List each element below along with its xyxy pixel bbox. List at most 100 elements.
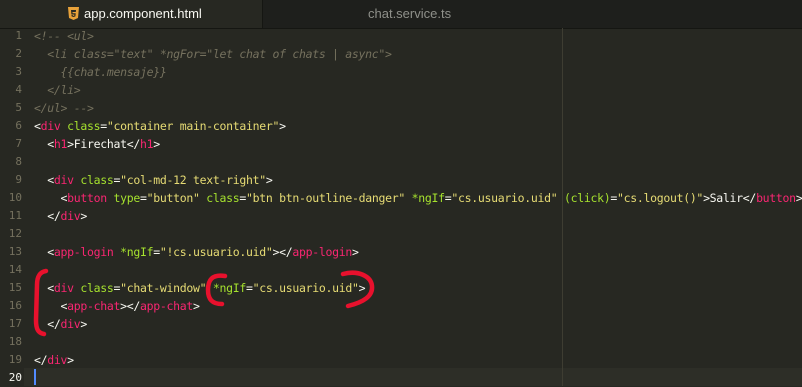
code-token: </ bbox=[34, 353, 48, 367]
code-token: *ngIf bbox=[411, 191, 445, 205]
code-token: button bbox=[756, 191, 796, 205]
code-token: app-login bbox=[53, 245, 114, 259]
code-token: > bbox=[80, 209, 87, 223]
code-token: = bbox=[153, 245, 160, 259]
code-line[interactable]: </div> bbox=[34, 207, 87, 225]
tab-app-component-html[interactable]: app.component.html bbox=[0, 0, 262, 28]
code-token: div bbox=[53, 281, 74, 295]
code-token: > bbox=[279, 119, 286, 133]
code-token: "btn btn-outline-danger" bbox=[246, 191, 405, 205]
line-number: 18 bbox=[8, 335, 22, 348]
code-token: <li class="text" *ngFor="let chat of cha… bbox=[34, 47, 392, 61]
wrap-guide bbox=[562, 28, 563, 386]
code-token: *ngIf bbox=[212, 281, 246, 295]
line-number: 4 bbox=[15, 83, 22, 96]
code-line[interactable]: <app-login *ngIf="!cs.usuario.uid"></app… bbox=[34, 243, 359, 261]
code-line[interactable]: </li> bbox=[34, 81, 80, 99]
code-line[interactable]: {{chat.mensaje}} bbox=[34, 63, 166, 81]
line-number: 13 bbox=[8, 245, 22, 258]
code-line[interactable]: <li class="text" *ngFor="let chat of cha… bbox=[34, 45, 392, 63]
code-token: "cs.logout()" bbox=[616, 191, 704, 205]
tab-bar-empty-area bbox=[528, 0, 802, 28]
code-line[interactable]: <h1>Firechat</h1> bbox=[34, 135, 160, 153]
line-number: 19 bbox=[8, 353, 22, 366]
code-token: class bbox=[80, 281, 114, 295]
code-token: >Firechat</ bbox=[67, 137, 140, 151]
code-token: </ul> --> bbox=[34, 101, 94, 115]
code-token: class bbox=[206, 191, 240, 205]
code-token: class bbox=[67, 119, 101, 133]
code-token: > bbox=[193, 299, 200, 313]
code-token: h1 bbox=[53, 137, 68, 151]
code-token: >Salir</ bbox=[703, 191, 757, 205]
code-token: > bbox=[80, 317, 87, 331]
code-token: class bbox=[80, 173, 114, 187]
code-token: > bbox=[265, 173, 273, 187]
code-token: div bbox=[60, 209, 81, 223]
code-line[interactable]: </ul> --> bbox=[34, 99, 94, 117]
code-token: div bbox=[40, 119, 61, 133]
code-token: = bbox=[245, 281, 253, 295]
code-token: "col-md-12 text-right" bbox=[120, 173, 266, 187]
line-number: 1 bbox=[15, 29, 22, 42]
code-token: > bbox=[67, 353, 74, 367]
line-number: 20 bbox=[8, 371, 22, 384]
code-token: > bbox=[358, 281, 366, 295]
text-cursor bbox=[34, 369, 36, 385]
code-line[interactable]: </div> bbox=[34, 315, 87, 333]
code-token: "chat-window" bbox=[120, 281, 207, 295]
tab-chat-service-ts[interactable]: TS chat.service.ts bbox=[262, 0, 625, 28]
code-token: (click) bbox=[563, 191, 611, 205]
code-token: > bbox=[351, 245, 359, 259]
code-token: h1 bbox=[140, 137, 154, 151]
code-token: < bbox=[34, 191, 68, 205]
line-number: 10 bbox=[8, 191, 22, 204]
code-token: "cs.usuario.uid" bbox=[451, 191, 558, 205]
code-token: div bbox=[53, 173, 74, 187]
line-number: 12 bbox=[8, 227, 22, 240]
line-number: 17 bbox=[8, 317, 22, 330]
code-editor[interactable]: 1 2 3 4 5 6 7 8 9 10 11 12 13 14 15 16 17 18 19 20 <!-- <ul… bbox=[0, 28, 802, 386]
code-line[interactable]: <div class="chat-window" *ngIf="cs.usuar… bbox=[34, 279, 365, 297]
code-token: button bbox=[67, 191, 107, 205]
code-line[interactable]: <app-chat></app-chat> bbox=[34, 297, 200, 315]
code-token: < bbox=[34, 137, 54, 151]
code-token: > bbox=[795, 191, 802, 205]
code-token: app-login bbox=[292, 245, 352, 259]
line-number: 16 bbox=[8, 299, 22, 312]
line-number: 8 bbox=[15, 155, 22, 168]
code-token: type bbox=[113, 191, 141, 205]
code-token: "button" bbox=[146, 191, 200, 205]
code-line[interactable]: </div> bbox=[34, 351, 74, 369]
line-number: 14 bbox=[8, 263, 22, 276]
code-token: div bbox=[47, 353, 68, 367]
code-token: < bbox=[34, 119, 41, 133]
line-number: 11 bbox=[8, 209, 22, 222]
code-token: < bbox=[34, 245, 54, 259]
code-token: "container main-container" bbox=[106, 119, 280, 133]
code-token: ></ bbox=[272, 245, 293, 259]
code-token: <!-- <ul> bbox=[34, 29, 94, 43]
tab-bar: app.component.html TS chat.service.ts bbox=[0, 0, 802, 29]
code-token: ></ bbox=[120, 299, 140, 313]
code-token: </ bbox=[34, 317, 61, 331]
code-line[interactable]: <div class="col-md-12 text-right"> bbox=[34, 171, 273, 189]
code-token: "cs.usuario.uid" bbox=[252, 281, 359, 295]
code-token: app-chat bbox=[140, 299, 193, 313]
code-line[interactable]: <button type="button" class="btn btn-out… bbox=[34, 189, 802, 207]
code-token: </ bbox=[34, 209, 61, 223]
code-token: "!cs.usuario.uid" bbox=[159, 245, 273, 259]
code-line[interactable]: <div class="container main-container"> bbox=[34, 117, 286, 135]
current-line-highlight bbox=[24, 368, 802, 386]
code-token: = bbox=[239, 191, 246, 205]
code-token: div bbox=[60, 317, 81, 331]
code-token: < bbox=[34, 299, 68, 313]
line-number: 6 bbox=[15, 119, 22, 132]
code-token: > bbox=[153, 137, 160, 151]
html5-icon bbox=[68, 7, 79, 20]
code-line[interactable]: <!-- <ul> bbox=[34, 27, 94, 45]
line-number: 3 bbox=[15, 65, 22, 78]
code-token: = bbox=[610, 191, 617, 205]
